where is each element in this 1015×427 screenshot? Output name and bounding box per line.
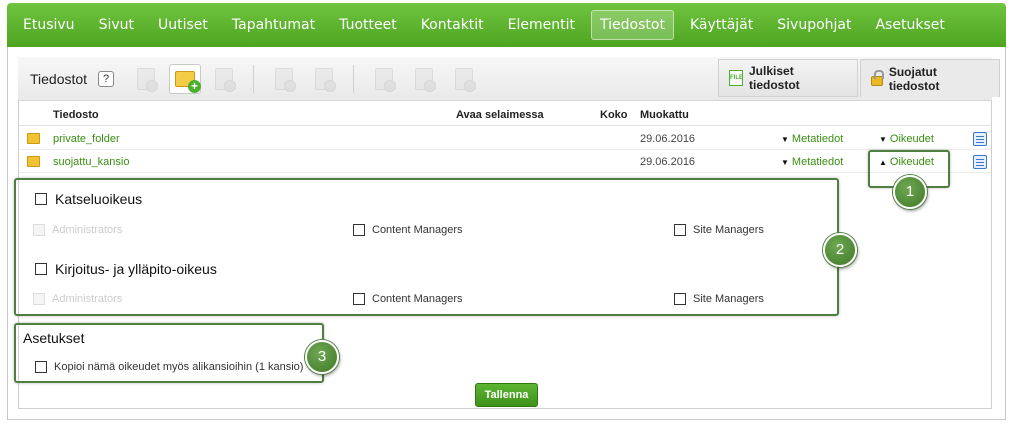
copy-icon <box>315 68 336 92</box>
modified-date: 29.06.2016 <box>640 133 696 145</box>
move-icon <box>375 68 396 92</box>
print-icon <box>415 68 436 92</box>
checkbox-disabled <box>33 224 45 236</box>
metadata-toggle[interactable]: Metatiedot <box>781 133 843 145</box>
upload-file-button[interactable] <box>130 64 162 94</box>
checkbox[interactable] <box>674 224 686 236</box>
rights-toggle[interactable]: Oikeudet <box>879 133 934 145</box>
option-label: Administrators <box>52 224 123 236</box>
tab-public-files[interactable]: FILE Julkiset tiedostot <box>718 59 858 97</box>
option-label: Content Managers <box>372 293 463 305</box>
lock-file-icon <box>275 68 296 92</box>
settings-title: Asetukset <box>23 330 85 346</box>
column-header-open-browser: Avaa selaimessa <box>456 109 544 121</box>
dropbox-button[interactable] <box>448 64 480 94</box>
callout-badge: 2 <box>823 233 857 267</box>
callout-badge: 3 <box>305 340 339 374</box>
modified-date: 29.06.2016 <box>640 156 696 168</box>
lock-file-button[interactable] <box>268 64 300 94</box>
view-option-content-managers[interactable]: Content Managers <box>353 224 463 236</box>
checkbox[interactable] <box>353 224 365 236</box>
public-file-icon: FILE <box>729 70 743 86</box>
save-button[interactable]: Tallenna <box>475 383 538 407</box>
folder-name-link[interactable]: suojattu_kansio <box>53 156 129 168</box>
table-row: private_folder 29.06.2016 Metatiedot Oik… <box>19 128 991 150</box>
nav-item-kontaktit[interactable]: Kontaktit <box>413 11 492 39</box>
column-header-size[interactable]: Koko <box>600 109 628 121</box>
write-option-site-managers[interactable]: Site Managers <box>674 293 764 305</box>
nav-item-sivupohjat[interactable]: Sivupohjat <box>769 11 859 39</box>
write-option-administrators: Administrators <box>33 293 122 305</box>
column-header-file[interactable]: Tiedosto <box>53 109 99 121</box>
view-permission-checkbox[interactable] <box>35 193 47 205</box>
checkbox[interactable] <box>353 293 365 305</box>
details-icon[interactable] <box>973 155 987 169</box>
toolbar-divider <box>353 65 354 93</box>
move-button[interactable] <box>368 64 400 94</box>
view-permission-title: Katseluoikeus <box>55 191 143 207</box>
nav-item-sivut[interactable]: Sivut <box>91 11 142 39</box>
toolbar-title: Tiedostot <box>30 71 88 87</box>
checkbox-disabled <box>33 293 45 305</box>
new-folder-icon <box>175 71 201 93</box>
write-permission-heading[interactable]: Kirjoitus- ja ylläpito-oikeus <box>35 261 217 277</box>
folder-name-link[interactable]: private_folder <box>53 133 120 145</box>
copy-to-subfolders-checkbox[interactable] <box>35 361 47 373</box>
metadata-toggle[interactable]: Metatiedot <box>781 156 843 168</box>
copy-button[interactable] <box>308 64 340 94</box>
option-label: Site Managers <box>693 224 764 236</box>
help-icon[interactable]: ? <box>98 71 114 87</box>
checkbox[interactable] <box>674 293 686 305</box>
folder-icon <box>27 133 40 144</box>
nav-item-etusivu[interactable]: Etusivu <box>15 11 83 39</box>
details-icon[interactable] <box>973 132 987 146</box>
dropbox-icon <box>455 68 476 92</box>
column-header-modified[interactable]: Muokattu <box>640 109 689 121</box>
option-label: Content Managers <box>372 224 463 236</box>
top-navigation: Etusivu Sivut Uutiset Tapahtumat Tuottee… <box>7 3 1006 47</box>
nav-item-kayttajat[interactable]: Käyttäjät <box>682 11 761 39</box>
option-label: Administrators <box>52 293 123 305</box>
option-label: Site Managers <box>693 293 764 305</box>
write-option-content-managers[interactable]: Content Managers <box>353 293 463 305</box>
folder-icon <box>27 156 40 167</box>
refresh-icon <box>215 68 236 92</box>
refresh-button[interactable] <box>208 64 240 94</box>
callout-badge: 1 <box>893 175 927 209</box>
nav-item-tuotteet[interactable]: Tuotteet <box>331 11 405 39</box>
lock-icon <box>871 70 884 86</box>
copy-to-subfolders-label: Kopioi nämä oikeudet myös alikansioihin … <box>54 361 304 373</box>
nav-item-asetukset[interactable]: Asetukset <box>867 11 952 39</box>
nav-item-tapahtumat[interactable]: Tapahtumat <box>224 11 323 39</box>
table-header: Tiedosto Avaa selaimessa Koko Muokattu <box>19 106 991 126</box>
upload-file-icon <box>137 68 158 92</box>
tab-public-files-label: Julkiset tiedostot <box>749 64 800 92</box>
write-permission-checkbox[interactable] <box>35 263 47 275</box>
tab-secure-files[interactable]: Suojatut tiedostot <box>860 59 1000 97</box>
tab-secure-files-label: Suojatut tiedostot <box>888 64 940 93</box>
print-button[interactable] <box>408 64 440 94</box>
copy-to-subfolders-option[interactable]: Kopioi nämä oikeudet myös alikansioihin … <box>35 361 303 373</box>
nav-item-elementit[interactable]: Elementit <box>500 11 583 39</box>
view-option-administrators: Administrators <box>33 224 122 236</box>
new-folder-button[interactable] <box>169 64 201 94</box>
nav-item-uutiset[interactable]: Uutiset <box>150 11 216 39</box>
nav-item-tiedostot[interactable]: Tiedostot <box>591 10 674 40</box>
files-toolbar: Tiedostot ? FILE Julkiset tiedostot Suoj… <box>18 57 1000 101</box>
view-permission-heading[interactable]: Katseluoikeus <box>35 191 142 207</box>
write-permission-title: Kirjoitus- ja ylläpito-oikeus <box>55 261 217 277</box>
table-row: suojattu_kansio 29.06.2016 Metatiedot Oi… <box>19 151 991 173</box>
view-option-site-managers[interactable]: Site Managers <box>674 224 764 236</box>
toolbar-divider <box>253 65 254 93</box>
